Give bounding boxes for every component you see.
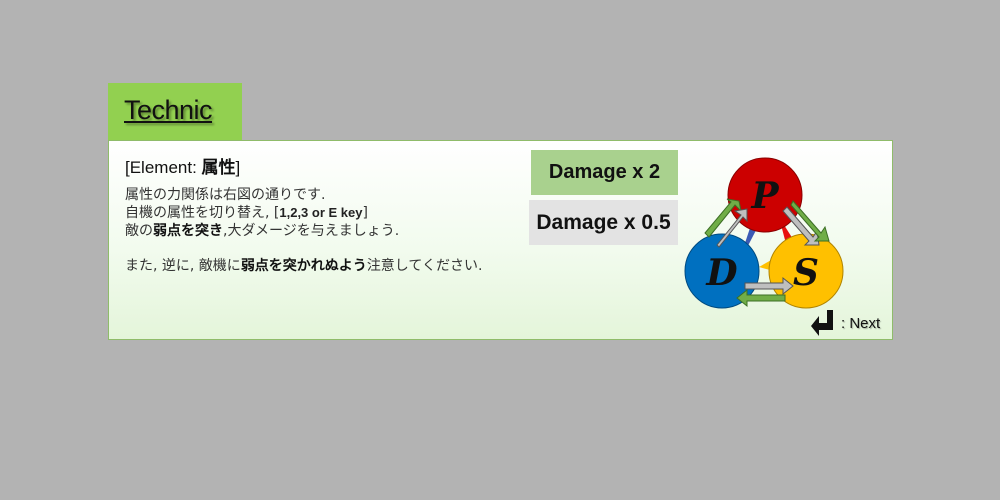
d-label: D	[705, 252, 737, 294]
line-4: また, 逆に, 敵機に弱点を突かれぬよう注意してください.	[125, 257, 482, 275]
line-4-a: また, 逆に, 敵機に	[125, 258, 241, 274]
next-label: : Next	[841, 314, 881, 332]
line-4-bold: 弱点を突かれぬよう	[240, 258, 367, 274]
technic-tab: Technic	[108, 83, 242, 140]
description: 属性の力関係は右図の通りです. 自機の属性を切り替え, [1,2,3 or E …	[125, 186, 482, 275]
key-hint: 1,2,3 or E key	[279, 205, 363, 220]
line-3-b: ,大ダメージを与えましょう.	[223, 223, 400, 239]
damage-x2-badge: Damage x 2	[531, 150, 678, 195]
line-3: 敵の弱点を突き,大ダメージを与えましょう.	[125, 222, 482, 240]
element-cycle-diagram: P D S	[684, 157, 844, 309]
line-2: 自機の属性を切り替え, [1,2,3 or E key]	[125, 204, 482, 222]
enter-key-icon	[811, 310, 833, 336]
next-hint[interactable]: : Next	[809, 308, 880, 338]
s-label: S	[793, 252, 819, 294]
line-2-end: ]	[362, 205, 368, 221]
heading-prefix: [Element:	[125, 158, 202, 177]
damage-x05-badge: Damage x 0.5	[529, 200, 678, 245]
tutorial-panel: [Element: 属性] 属性の力関係は右図の通りです. 自機の属性を切り替え…	[108, 140, 893, 340]
line-3-bold: 弱点を突き	[153, 223, 223, 239]
heading-bold: 属性	[201, 158, 236, 177]
tab-title: Technic	[124, 95, 213, 125]
line-2-text: 自機の属性を切り替え, [	[125, 205, 280, 221]
heading-suffix: ]	[235, 158, 241, 177]
section-heading: [Element: 属性]	[125, 153, 240, 178]
line-4-b: 注意してください.	[366, 258, 483, 274]
line-1: 属性の力関係は右図の通りです.	[125, 187, 326, 203]
line-3-a: 敵の	[125, 223, 153, 239]
p-label: P	[750, 175, 779, 217]
